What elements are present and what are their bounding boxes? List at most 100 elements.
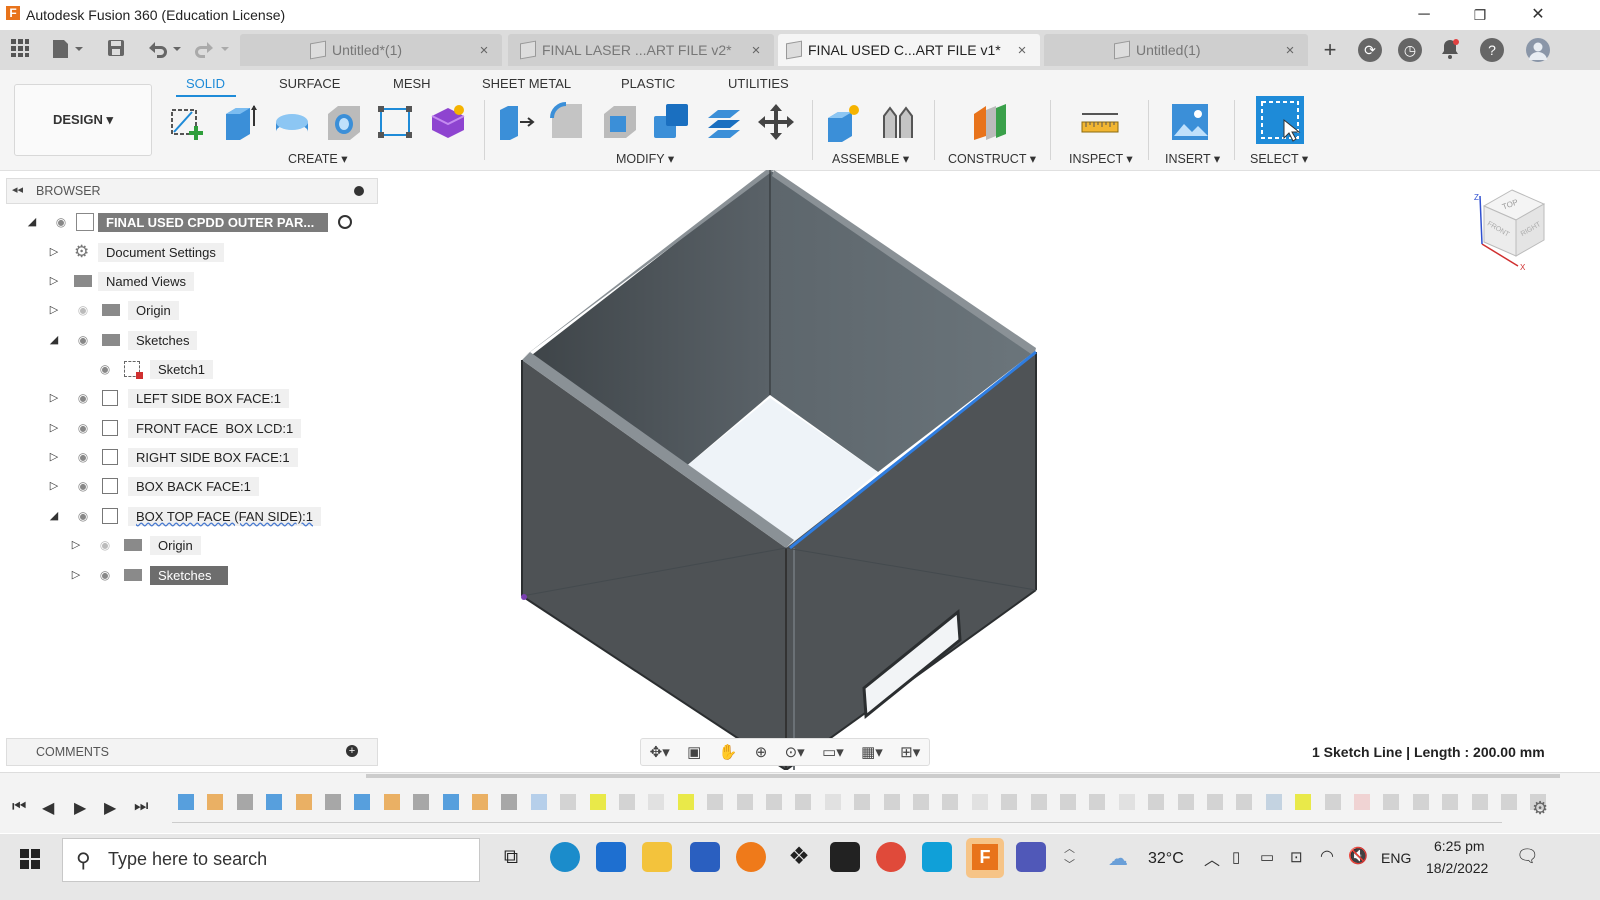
press-pull-icon[interactable] xyxy=(496,102,536,142)
taskbar-scroll-icon[interactable]: ︿ ﹀ xyxy=(1064,840,1075,872)
collapse-triangle-icon[interactable]: ◢ xyxy=(48,510,60,522)
mail-icon[interactable] xyxy=(596,842,626,872)
history-icon[interactable]: ◷ xyxy=(1398,38,1422,62)
insert-canvas-icon[interactable] xyxy=(1170,102,1210,142)
expand-triangle-icon[interactable]: ▷ xyxy=(48,304,60,316)
timeline-feature-icon[interactable] xyxy=(795,794,812,810)
visibility-eye-icon[interactable]: ◉ xyxy=(74,451,92,463)
timeline-feature-icon[interactable] xyxy=(207,794,224,810)
fillet-icon[interactable] xyxy=(548,102,588,142)
tab-sheet-metal[interactable]: SHEET METAL xyxy=(482,76,571,91)
timeline-feature-icon[interactable] xyxy=(1060,794,1076,810)
help-icon[interactable]: ? xyxy=(1480,38,1504,62)
browser-collapse-icon[interactable]: ◂◂ xyxy=(12,183,23,196)
timeline-feature-icon[interactable] xyxy=(560,794,577,810)
timeline-feature-icon[interactable] xyxy=(1324,794,1341,810)
expand-triangle-icon[interactable]: ▷ xyxy=(48,392,60,404)
tab-close-icon[interactable]: × xyxy=(1282,42,1298,59)
tree-item-box-back-face[interactable]: ▷ ◉ BOX BACK FACE:1 xyxy=(48,474,259,498)
wifi-icon[interactable]: ◠ xyxy=(1320,846,1334,866)
timeline-prev-icon[interactable]: ◀ xyxy=(42,798,54,818)
select-menu[interactable]: SELECT ▾ xyxy=(1250,151,1308,166)
workspace-switcher-button[interactable]: DESIGN ▾ xyxy=(14,84,152,156)
new-tab-icon[interactable]: + xyxy=(1318,38,1342,62)
tab-close-icon[interactable]: × xyxy=(476,42,492,59)
offset-plane-icon[interactable] xyxy=(970,102,1010,142)
teams-icon[interactable] xyxy=(1016,842,1046,872)
modify-menu[interactable]: MODIFY ▾ xyxy=(616,151,674,166)
timeline-next-icon[interactable]: ▶ xyxy=(104,798,116,818)
timeline-feature-icon[interactable] xyxy=(236,794,253,810)
shell-icon[interactable] xyxy=(600,102,640,142)
select-icon[interactable] xyxy=(1256,96,1304,144)
restore-button[interactable]: ❐ xyxy=(1468,4,1492,26)
file-menu-icon[interactable] xyxy=(50,38,86,62)
timeline-feature-icon[interactable] xyxy=(1354,794,1370,810)
construct-menu[interactable]: CONSTRUCT ▾ xyxy=(948,151,1036,166)
joint-icon[interactable] xyxy=(878,102,918,142)
visibility-eye-icon[interactable]: ◉ xyxy=(74,510,92,522)
timeline-feature-icon[interactable] xyxy=(1177,794,1194,810)
timeline-feature-icon[interactable] xyxy=(824,794,841,810)
move-copy-icon[interactable] xyxy=(756,102,796,142)
create-sketch-icon[interactable] xyxy=(168,102,208,142)
visibility-eye-icon[interactable]: ◉ xyxy=(74,422,92,434)
file-explorer-icon[interactable] xyxy=(642,842,672,872)
tab-untitled-1[interactable]: Untitled*(1) × xyxy=(240,34,502,66)
volume-muted-icon[interactable]: 🔇 xyxy=(1348,846,1368,866)
tree-item-sketches[interactable]: ◢ ◉ Sketches xyxy=(48,328,198,352)
collapse-triangle-icon[interactable]: ◢ xyxy=(48,334,60,346)
timeline-feature-icon[interactable] xyxy=(677,794,694,810)
tab-final-laser[interactable]: FINAL LASER ...ART FILE v2* × xyxy=(508,34,774,66)
timeline-feature-icon[interactable] xyxy=(383,794,400,810)
job-status-icon[interactable]: ⟳ xyxy=(1358,38,1382,62)
tab-close-icon[interactable]: × xyxy=(748,42,764,59)
timeline-feature-icon[interactable] xyxy=(1030,794,1047,810)
timeline-feature-icon[interactable] xyxy=(1236,794,1253,810)
timeline-feature-icon[interactable] xyxy=(442,794,459,810)
timeline-feature-icon[interactable] xyxy=(1148,794,1165,810)
timeline-feature-icon[interactable] xyxy=(736,794,753,810)
clock-time[interactable]: 6:25 pm xyxy=(1434,838,1485,854)
app-grid-icon[interactable] xyxy=(8,38,32,62)
timeline-feature-icon[interactable] xyxy=(1442,794,1459,810)
app-c-icon[interactable] xyxy=(922,842,952,872)
timeline-feature-icon[interactable] xyxy=(707,794,724,810)
tree-item-right-side-box-face[interactable]: ▷ ◉ RIGHT SIDE BOX FACE:1 xyxy=(48,445,298,469)
show-hidden-icons[interactable]: ︿ xyxy=(1204,846,1220,870)
tree-item-sketches-nested[interactable]: ▷ ◉ Sketches xyxy=(70,563,228,587)
zoom-icon[interactable]: ⊕ xyxy=(755,743,768,761)
visibility-eye-icon[interactable]: ◉ xyxy=(96,569,114,581)
weather-temperature[interactable]: 32°C xyxy=(1148,850,1184,868)
tab-mesh[interactable]: MESH xyxy=(393,76,431,91)
tab-solid[interactable]: SOLID xyxy=(186,76,225,91)
orbit-icon[interactable]: ✥▾ xyxy=(650,743,670,761)
expand-triangle-icon[interactable]: ▷ xyxy=(48,480,60,492)
tree-item-document-settings[interactable]: ▷ ⚙ Document Settings xyxy=(48,240,224,264)
measure-icon[interactable] xyxy=(1080,102,1120,142)
timeline-feature-icon[interactable] xyxy=(648,794,665,810)
minimize-button[interactable]: ─ xyxy=(1412,4,1436,26)
pattern-icon[interactable] xyxy=(376,102,416,142)
tab-utilities[interactable]: UTILITIES xyxy=(728,76,789,91)
visibility-eye-icon[interactable]: ◉ xyxy=(96,363,114,375)
language-indicator[interactable]: ENG xyxy=(1381,850,1411,866)
weather-cloud-icon[interactable]: ☁ xyxy=(1108,846,1128,871)
inspect-menu[interactable]: INSPECT ▾ xyxy=(1069,151,1133,166)
combine-icon[interactable] xyxy=(652,102,692,142)
timeline-feature-icon[interactable] xyxy=(266,794,283,810)
tab-surface[interactable]: SURFACE xyxy=(279,76,340,91)
activate-radio-icon[interactable] xyxy=(338,215,352,229)
timeline-play-icon[interactable]: ▶ xyxy=(74,798,86,818)
timeline-feature-icon[interactable] xyxy=(883,794,900,810)
tree-item-named-views[interactable]: ▷ Named Views xyxy=(48,269,194,293)
tab-close-icon[interactable]: × xyxy=(1014,42,1030,59)
timeline-first-icon[interactable]: ⏮ xyxy=(12,798,26,816)
tree-item-front-face-box-lcd[interactable]: ▷ ◉ FRONT FACE BOX LCD:1 xyxy=(48,416,302,440)
timeline-feature-icon[interactable] xyxy=(354,794,371,810)
display-settings-icon[interactable]: ▭▾ xyxy=(822,743,844,761)
expand-triangle-icon[interactable]: ▷ xyxy=(48,422,60,434)
3d-viewport[interactable] xyxy=(380,170,1600,770)
timeline-feature-icon[interactable] xyxy=(178,794,194,810)
close-button[interactable]: ✕ xyxy=(1526,4,1550,26)
